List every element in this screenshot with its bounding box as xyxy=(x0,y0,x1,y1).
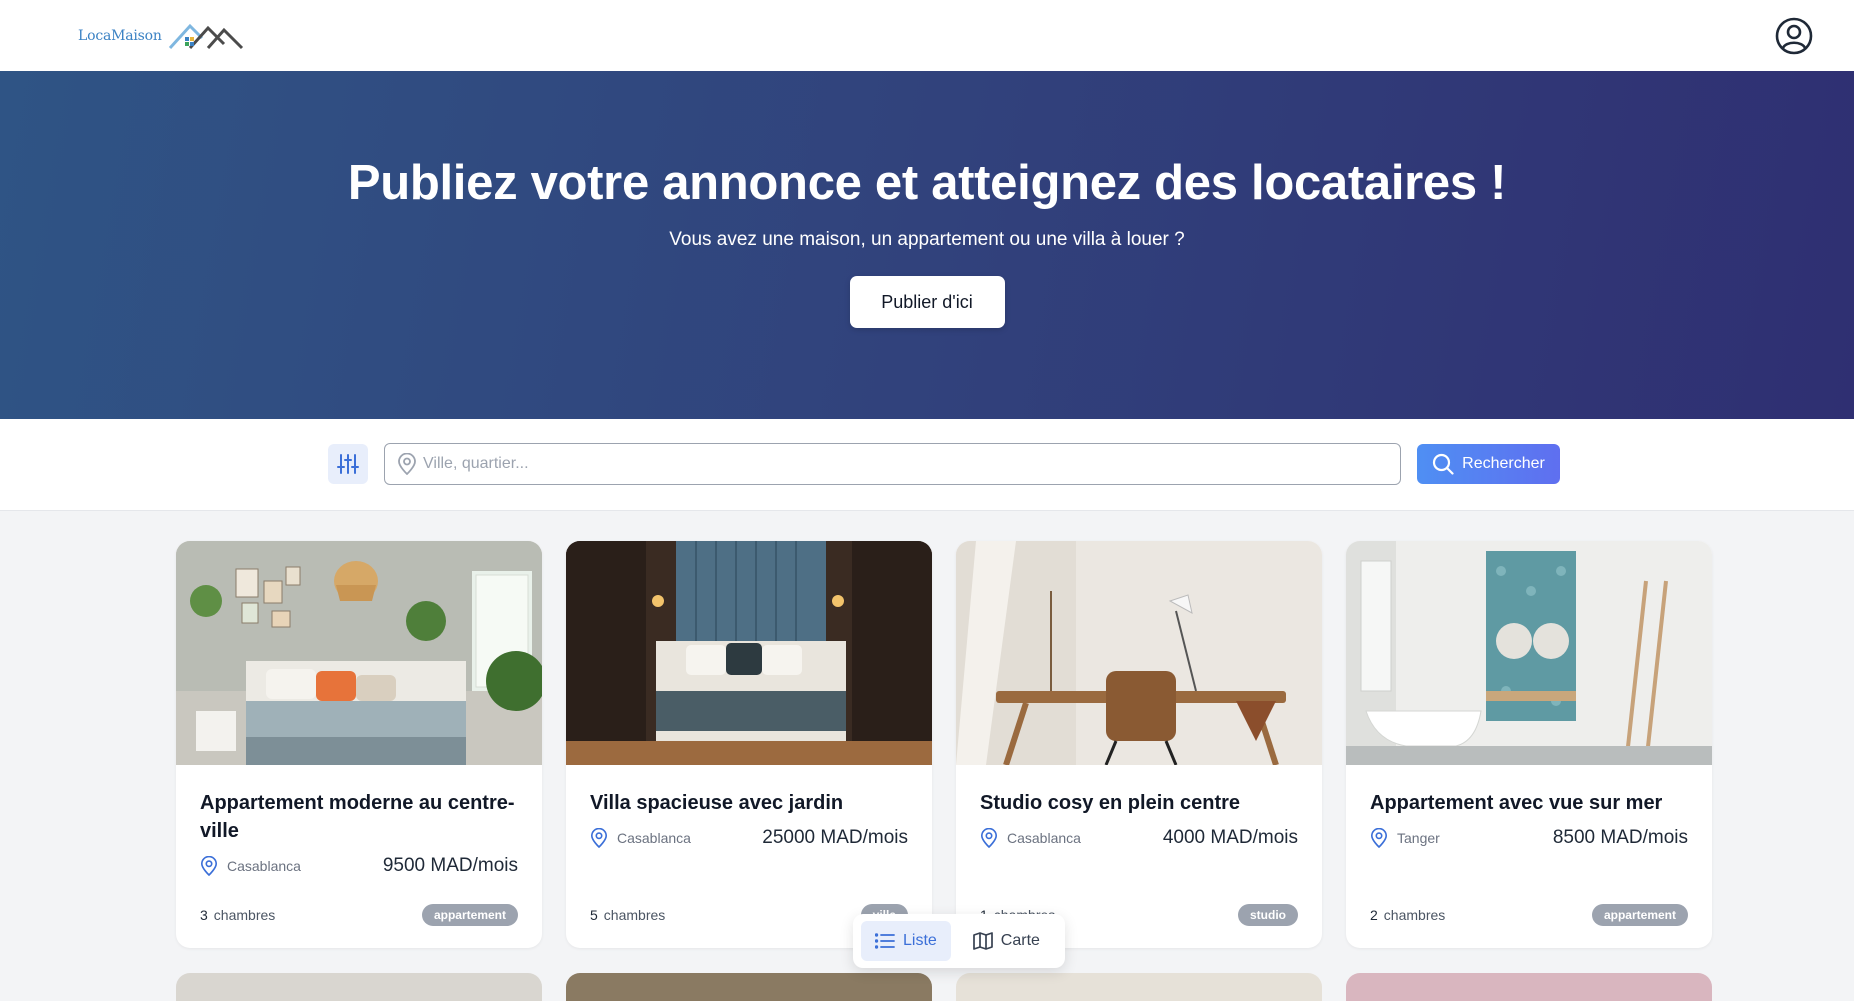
listing-city: Casablanca xyxy=(227,858,301,874)
map-icon xyxy=(972,932,993,950)
listing-price: 8500 MAD/mois xyxy=(1552,827,1688,848)
listing-location: Casablanca xyxy=(200,856,301,876)
listing-rooms: 5 chambres xyxy=(590,907,665,923)
listing-price: 4000 MAD/mois xyxy=(1162,827,1298,848)
logo[interactable]: LocaMaison xyxy=(78,22,244,50)
listing-location: Casablanca xyxy=(980,828,1081,848)
listing-city: Casablanca xyxy=(617,830,691,846)
listing-card[interactable]: Villa spacieuse avec jardin Casablanca 2… xyxy=(566,541,932,948)
hero-title: Publiez votre annonce et atteignez des l… xyxy=(347,156,1507,210)
map-pin-icon xyxy=(200,856,218,876)
search-icon xyxy=(1433,453,1454,475)
map-view-label: Carte xyxy=(1000,932,1040,949)
listing-rooms: 3 chambres xyxy=(200,907,275,923)
listing-title: Studio cosy en plein centre xyxy=(980,792,1241,814)
listing-title: Appartement avec vue sur mer xyxy=(1370,792,1663,814)
rooms-count: 3 xyxy=(200,907,208,923)
listing-photo xyxy=(566,541,932,765)
search-field xyxy=(384,443,1401,485)
listing-card[interactable]: Appartement moderne au centre-ville Casa… xyxy=(176,541,542,948)
search-button-label: Rechercher xyxy=(1462,455,1545,472)
listing-card-partial[interactable] xyxy=(176,973,542,1001)
rooms-count: 5 xyxy=(590,907,598,923)
listing-price: 25000 MAD/mois xyxy=(762,827,908,848)
publish-button[interactable]: Publier d'ici xyxy=(849,276,1005,328)
map-view-button[interactable]: Carte xyxy=(959,921,1054,961)
listing-price: 9500 MAD/mois xyxy=(382,855,518,876)
type-badge: appartement xyxy=(1591,904,1688,926)
user-circle-icon[interactable] xyxy=(1774,16,1814,56)
listing-location: Casablanca xyxy=(590,828,691,848)
map-pin-icon xyxy=(980,828,998,848)
search-bar: Rechercher xyxy=(0,419,1854,511)
search-input[interactable] xyxy=(423,445,1400,483)
listing-photo xyxy=(176,541,542,765)
rooms-label: chambres xyxy=(1383,907,1446,923)
list-view-label: Liste xyxy=(903,932,937,949)
search-button[interactable]: Rechercher xyxy=(1417,444,1560,484)
rooms-count: 2 xyxy=(1370,907,1378,923)
logo-text: LocaMaison xyxy=(78,27,162,44)
type-badge: studio xyxy=(1238,904,1298,926)
listing-rooms: 2 chambres xyxy=(1370,907,1445,923)
listing-card-partial[interactable] xyxy=(956,973,1322,1001)
sliders-icon[interactable] xyxy=(328,444,368,484)
listing-city: Casablanca xyxy=(1007,830,1081,846)
listing-card-partial[interactable] xyxy=(1346,973,1712,1001)
rooms-label: chambres xyxy=(213,907,276,923)
listing-location: Tanger xyxy=(1370,828,1440,848)
listing-title: Appartement moderne au centre-ville xyxy=(200,792,515,842)
top-header: LocaMaison xyxy=(0,0,1854,71)
list-icon xyxy=(875,933,895,949)
map-pin-icon xyxy=(590,828,608,848)
listing-card[interactable]: Studio cosy en plein centre Casablanca 4… xyxy=(956,541,1322,948)
map-pin-icon xyxy=(1370,828,1388,848)
hero-banner: Publiez votre annonce et atteignez des l… xyxy=(0,71,1854,419)
view-toggle: Liste Carte xyxy=(853,914,1065,968)
list-view-button[interactable]: Liste xyxy=(861,921,951,961)
hero-subtitle: Vous avez une maison, un appartement ou … xyxy=(669,229,1185,250)
type-badge: appartement xyxy=(421,904,518,926)
listing-city: Tanger xyxy=(1397,830,1440,846)
rooms-label: chambres xyxy=(603,907,666,923)
listing-card[interactable]: Appartement avec vue sur mer Tanger 8500… xyxy=(1346,541,1712,948)
house-roofs-logo-icon xyxy=(168,23,243,49)
listing-photo xyxy=(956,541,1322,765)
listing-title: Villa spacieuse avec jardin xyxy=(590,792,844,814)
map-pin-icon xyxy=(398,453,416,475)
listing-photo xyxy=(1346,541,1712,765)
listing-card-partial[interactable] xyxy=(566,973,932,1001)
